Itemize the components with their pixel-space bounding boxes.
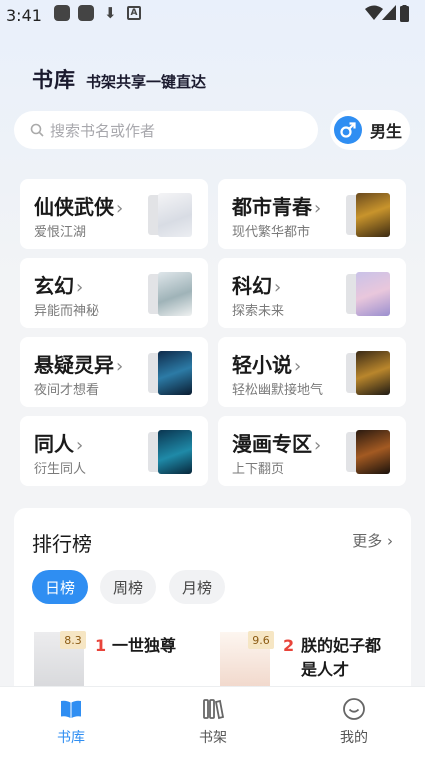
book-cover bbox=[158, 193, 192, 237]
category-title: 悬疑灵异 bbox=[34, 353, 114, 377]
category-subtitle: 上下翻页 bbox=[232, 462, 285, 477]
nav-label: 书架 bbox=[199, 730, 227, 746]
chevron-right-icon: › bbox=[314, 198, 322, 219]
page-header: 书库 书架共享一键直达 bbox=[32, 64, 206, 94]
category-card-mystery[interactable]: 悬疑灵异 › 夜间才想看 bbox=[20, 337, 208, 407]
category-title: 漫画专区 bbox=[232, 432, 312, 456]
nav-item-bookshelf[interactable]: 书架 bbox=[183, 697, 243, 747]
category-card-comics[interactable]: 漫画专区 › 上下翻页 bbox=[218, 416, 406, 486]
tab-monthly[interactable]: 月榜 bbox=[169, 570, 225, 604]
category-title: 科幻 bbox=[232, 274, 272, 298]
chevron-right-icon: › bbox=[387, 532, 393, 550]
tab-daily[interactable]: 日榜 bbox=[32, 570, 88, 604]
wifi-icon bbox=[365, 5, 383, 20]
ranking-item-title[interactable]: 朕的妃子都 是人才 bbox=[301, 634, 381, 682]
chevron-right-icon: › bbox=[294, 356, 302, 377]
app-notification-icon bbox=[78, 5, 94, 21]
book-cover bbox=[356, 193, 390, 237]
gender-label: 男生 bbox=[370, 122, 403, 141]
download-icon: ⬇ bbox=[104, 4, 117, 22]
category-title: 仙侠武侠 bbox=[34, 195, 114, 219]
book-cover bbox=[158, 351, 192, 395]
category-subtitle: 轻松幽默接地气 bbox=[232, 383, 324, 398]
male-icon bbox=[334, 116, 362, 144]
ranking-title: 排行榜 bbox=[32, 532, 92, 556]
ranking-panel: 排行榜 更多 › 日榜 周榜 月榜 8.3 1 一世独尊 9.6 2 朕的妃子都… bbox=[14, 508, 411, 708]
category-card-scifi[interactable]: 科幻 › 探索未来 bbox=[218, 258, 406, 328]
status-bar: 3:41 ⬇ A bbox=[0, 0, 425, 30]
category-card-light-novel[interactable]: 轻小说 › 轻松幽默接地气 bbox=[218, 337, 406, 407]
category-title: 轻小说 bbox=[232, 353, 292, 377]
category-subtitle: 爱恨江湖 bbox=[34, 225, 87, 240]
category-subtitle: 探索未来 bbox=[232, 304, 285, 319]
chevron-right-icon: › bbox=[314, 435, 322, 456]
category-subtitle: 衍生同人 bbox=[34, 462, 87, 477]
category-card-fanfiction[interactable]: 同人 › 衍生同人 bbox=[20, 416, 208, 486]
category-title: 玄幻 bbox=[34, 274, 74, 298]
page-title: 书库 bbox=[32, 68, 76, 92]
ranking-item-rank: 1 bbox=[95, 636, 107, 655]
page-tagline: 书架共享一键直达 bbox=[86, 73, 207, 91]
open-book-icon bbox=[61, 700, 81, 718]
search-placeholder: 搜索书名或作者 bbox=[50, 121, 156, 140]
ranking-item-rank: 2 bbox=[283, 636, 295, 655]
smiley-icon bbox=[343, 698, 365, 720]
ranking-item-score: 8.3 bbox=[60, 631, 86, 649]
ranking-item-title-line: 是人才 bbox=[301, 660, 350, 679]
chevron-right-icon: › bbox=[116, 356, 124, 377]
nav-item-profile[interactable]: 我的 bbox=[324, 697, 384, 747]
chevron-right-icon: › bbox=[76, 277, 84, 298]
font-icon: A bbox=[127, 6, 141, 20]
bottom-navigation: 书库 书架 我的 bbox=[0, 686, 425, 757]
nav-label: 我的 bbox=[340, 730, 368, 746]
book-cover bbox=[356, 272, 390, 316]
book-cover bbox=[158, 272, 192, 316]
status-time: 3:41 bbox=[6, 6, 42, 25]
chevron-right-icon: › bbox=[116, 198, 124, 219]
more-label: 更多 bbox=[352, 532, 383, 550]
ranking-item-title[interactable]: 一世独尊 bbox=[112, 634, 176, 658]
tab-weekly[interactable]: 周榜 bbox=[100, 570, 156, 604]
bookshelf-icon bbox=[203, 699, 225, 720]
ranking-item-score: 9.6 bbox=[248, 631, 274, 649]
book-cover bbox=[356, 351, 390, 395]
category-card-xianxia[interactable]: 仙侠武侠 › 爱恨江湖 bbox=[20, 179, 208, 249]
search-icon bbox=[30, 123, 44, 137]
ranking-item-title-line: 朕的妃子都 bbox=[301, 636, 382, 655]
nav-label: 书库 bbox=[57, 730, 85, 746]
app-notification-icon bbox=[54, 5, 70, 21]
category-subtitle: 现代繁华都市 bbox=[232, 225, 311, 240]
chevron-right-icon: › bbox=[274, 277, 282, 298]
chevron-right-icon: › bbox=[76, 435, 84, 456]
category-card-xuanhuan[interactable]: 玄幻 › 异能而神秘 bbox=[20, 258, 208, 328]
category-title: 都市青春 bbox=[232, 195, 312, 219]
category-subtitle: 夜间才想看 bbox=[34, 383, 100, 398]
category-card-urban[interactable]: 都市青春 › 现代繁华都市 bbox=[218, 179, 406, 249]
book-cover bbox=[158, 430, 192, 474]
ranking-more-link[interactable]: 更多 › bbox=[352, 530, 393, 551]
battery-icon bbox=[400, 5, 409, 22]
category-title: 同人 bbox=[34, 432, 74, 456]
nav-item-library[interactable]: 书库 bbox=[41, 697, 101, 747]
category-subtitle: 异能而神秘 bbox=[34, 304, 100, 319]
book-cover bbox=[356, 430, 390, 474]
gender-toggle-button[interactable]: 男生 bbox=[330, 110, 410, 150]
search-input[interactable]: 搜索书名或作者 bbox=[14, 111, 318, 149]
